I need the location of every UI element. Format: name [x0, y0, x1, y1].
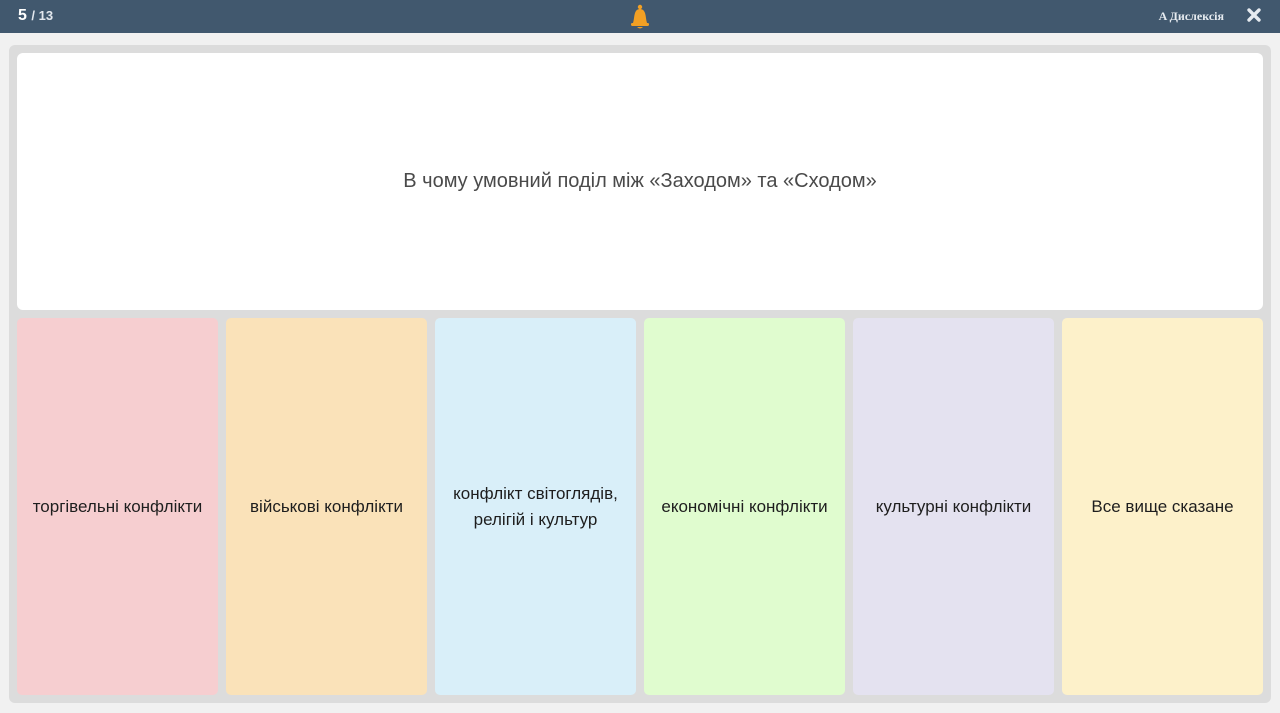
current-question-number: 5 [18, 7, 27, 24]
answer-option-3[interactable]: конфлікт світоглядів, релігій і культур [435, 318, 636, 695]
total-questions: / 13 [31, 8, 54, 23]
question-text: В чому умовний поділ між «Заходом» та «С… [403, 170, 877, 192]
answer-option-2[interactable]: військові конфлікти [226, 318, 427, 695]
answer-option-4[interactable]: економічні конфлікти [644, 318, 845, 695]
answer-label: економічні конфлікти [661, 496, 828, 516]
dyslexia-toggle[interactable]: A Дислексія [1159, 9, 1224, 24]
answer-option-1[interactable]: торгівельні конфлікти [17, 318, 218, 695]
answer-label: військові конфлікти [250, 496, 403, 516]
question-card: В чому умовний поділ між «Заходом» та «С… [17, 53, 1263, 310]
answer-label: Все вище сказане [1091, 496, 1234, 516]
top-bar: 5 / 13 A Дислексія [0, 0, 1280, 33]
answer-option-6[interactable]: Все вище сказане [1062, 318, 1263, 695]
close-icon[interactable] [1246, 7, 1262, 23]
answer-label: торгівельні конфлікти [32, 496, 203, 516]
answer-label: культурні конфлікти [875, 496, 1032, 516]
question-counter: 5 / 13 [18, 7, 53, 25]
answer-label: конфлікт світоглядів, релігій і культур [453, 483, 618, 529]
answer-option-5[interactable]: культурні конфлікти [853, 318, 1054, 695]
bell-icon [631, 4, 649, 29]
